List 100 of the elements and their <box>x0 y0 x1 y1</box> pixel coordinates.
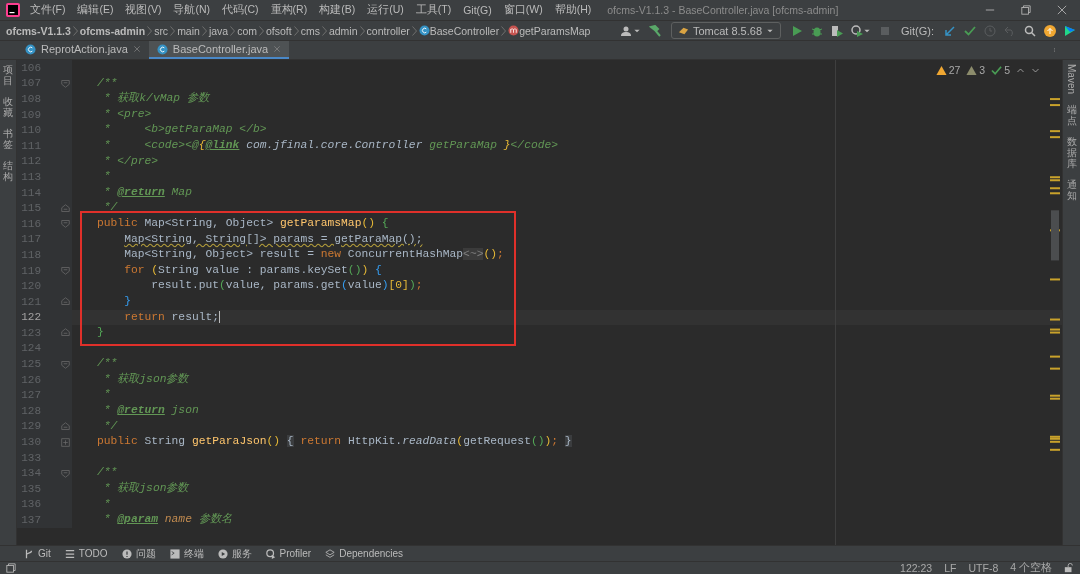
menu-item[interactable]: 运行(U) <box>361 3 410 17</box>
close-icon[interactable] <box>273 45 282 53</box>
undo-icon[interactable] <box>1004 24 1016 37</box>
tool-window-tab[interactable]: 数据库 <box>1066 136 1077 169</box>
cursor-position[interactable]: 122:23 <box>900 562 933 574</box>
file-tab[interactable]: BaseController.java <box>148 41 290 59</box>
weak-warning-count[interactable]: 3 <box>966 64 986 76</box>
line-ending[interactable]: LF <box>944 562 957 574</box>
tool-window-tab[interactable]: 书签 <box>3 128 13 150</box>
breadcrumb[interactable]: java <box>208 24 229 37</box>
alert-icon[interactable] <box>121 548 132 559</box>
typo-count[interactable]: 5 <box>991 64 1010 76</box>
breadcrumb[interactable]: main <box>177 24 200 37</box>
branch-icon[interactable] <box>24 548 34 559</box>
chevron-right-icon <box>259 25 264 36</box>
lock-icon[interactable] <box>1064 563 1074 573</box>
class-icon <box>156 43 168 55</box>
fold-icon[interactable] <box>60 421 70 431</box>
fold-icon[interactable] <box>60 266 70 275</box>
plugin-logo-icon[interactable] <box>1064 24 1076 37</box>
play-icon[interactable] <box>217 548 228 559</box>
fold-icon[interactable] <box>60 328 70 338</box>
tool-window-tab[interactable]: Maven <box>1066 64 1077 94</box>
menu-item[interactable]: 帮助(H) <box>548 3 598 17</box>
tool-window-tab[interactable]: 通知 <box>1066 179 1077 201</box>
run-config-dropdown[interactable]: Tomcat 8.5.68 <box>670 22 781 39</box>
menu-item[interactable]: 窗口(W) <box>497 3 549 17</box>
tool-window-button[interactable]: Git <box>24 548 51 559</box>
list-icon[interactable] <box>64 548 75 559</box>
breadcrumb[interactable]: com <box>237 24 257 37</box>
fold-icon[interactable] <box>60 203 70 213</box>
tool-window-button[interactable]: Dependencies <box>325 548 404 559</box>
code-line: */ <box>102 418 119 434</box>
warning-count[interactable]: 27 <box>935 64 961 76</box>
check-icon[interactable] <box>964 24 976 37</box>
tool-window-button[interactable]: 服务 <box>217 546 252 561</box>
code-line: /** <box>96 75 119 91</box>
menu-item[interactable]: 文件(F) <box>24 3 72 17</box>
menu-item[interactable]: 构建(B) <box>313 3 362 17</box>
tool-window-tab[interactable]: 收藏 <box>3 96 13 118</box>
code-line: */ <box>102 200 119 216</box>
tool-window-button[interactable]: 终端 <box>169 546 204 561</box>
fold-icon[interactable] <box>60 78 70 88</box>
menu-item[interactable]: 代码(C) <box>216 3 265 17</box>
chevron-right-icon <box>147 25 153 36</box>
menu-item[interactable]: 工具(T) <box>409 3 458 17</box>
profile-icon[interactable] <box>851 24 863 37</box>
code-line: /** <box>96 356 119 372</box>
menu-item[interactable]: 重构(R) <box>264 3 314 17</box>
fold-icon[interactable] <box>60 468 70 478</box>
breadcrumb[interactable]: ofsoft <box>266 24 292 37</box>
close-icon[interactable] <box>1057 5 1067 15</box>
menu-item[interactable]: 视图(V) <box>119 3 168 17</box>
tool-window-tab[interactable]: 结构 <box>3 160 13 182</box>
update-icon[interactable] <box>1044 24 1056 37</box>
menu-item[interactable]: 导航(N) <box>167 3 216 17</box>
breadcrumb[interactable]: admin <box>328 24 358 37</box>
panel-icon[interactable] <box>6 563 16 573</box>
breadcrumb[interactable]: src <box>154 24 169 37</box>
run-icon[interactable] <box>791 24 803 37</box>
breadcrumb[interactable]: cms <box>300 24 320 37</box>
file-encoding[interactable]: UTF-8 <box>968 562 999 574</box>
menu-item[interactable]: Git(G) <box>457 4 498 16</box>
code-line: * <pre> <box>102 106 153 122</box>
warning-icon <box>935 64 947 76</box>
breadcrumb[interactable]: getParamsMap <box>519 24 591 37</box>
fold-icon[interactable] <box>60 219 70 229</box>
tool-window-tab[interactable]: 项目 <box>3 64 13 86</box>
user-icon[interactable] <box>620 24 633 37</box>
fold-icon[interactable] <box>60 297 70 307</box>
code-line: * </pre> <box>102 153 159 169</box>
expand-icon[interactable] <box>60 437 70 447</box>
chevron-right-icon <box>359 25 365 36</box>
indent-setting[interactable]: 4 个空格 <box>1010 561 1052 574</box>
tool-window-button[interactable]: Profiler <box>265 548 312 559</box>
file-tab[interactable]: ReprotAction.java <box>17 41 149 59</box>
restore-icon[interactable] <box>1021 5 1031 15</box>
update-arrow-icon[interactable] <box>944 24 956 37</box>
line-number: 122 <box>20 311 41 324</box>
stop-icon[interactable] <box>879 24 891 37</box>
tool-window-button[interactable]: TODO <box>64 548 108 559</box>
coverage-icon[interactable] <box>831 24 843 37</box>
breadcrumb[interactable]: controller <box>366 24 410 37</box>
tool-window-tab[interactable]: 端点 <box>1066 104 1077 126</box>
chevron-right-icon <box>293 25 299 36</box>
chevron-right-icon <box>201 25 207 36</box>
breadcrumb[interactable]: ofcms-V1.1.3 <box>6 24 71 37</box>
profiler-icon[interactable] <box>265 548 276 559</box>
fold-icon[interactable] <box>60 359 70 369</box>
terminal-icon[interactable] <box>169 548 180 559</box>
window-title: ofcms-V1.1.3 - BaseController.java [ofcms-admin] <box>607 4 839 16</box>
breadcrumb[interactable]: ofcms-admin <box>79 24 146 37</box>
breadcrumb[interactable]: BaseController <box>429 24 500 37</box>
menu-item[interactable]: 编辑(E) <box>71 3 120 17</box>
close-icon[interactable] <box>132 45 141 53</box>
check-icon <box>991 64 1003 76</box>
app-logo-icon <box>6 3 20 17</box>
tool-window-button[interactable]: 问题 <box>121 546 156 561</box>
search-icon[interactable] <box>1024 24 1036 37</box>
layers-icon[interactable] <box>325 548 336 559</box>
